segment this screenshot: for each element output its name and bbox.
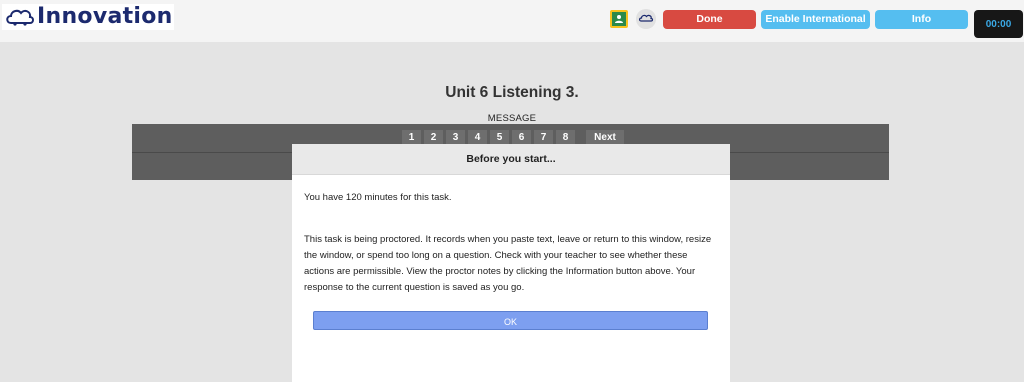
- cloud-icon[interactable]: [636, 9, 656, 29]
- top-bar: Innovation Done Enable International Inf…: [0, 0, 1024, 42]
- timer-text: 00:00: [985, 18, 1012, 30]
- message-label: MESSAGE: [487, 113, 537, 124]
- before-you-start-dialog: Before you start... You have 120 minutes…: [292, 144, 730, 382]
- cloud-logo-icon: [6, 9, 34, 26]
- dialog-proctor-text: This task is being proctored. It records…: [304, 234, 712, 293]
- dialog-time-text: You have 120 minutes for this task.: [304, 192, 452, 203]
- timer-display: 00:00: [974, 10, 1023, 38]
- done-button[interactable]: Done: [663, 10, 756, 29]
- logo-text: Innovation: [37, 4, 173, 29]
- page-title: Unit 6 Listening 3.: [445, 84, 579, 101]
- google-classroom-icon[interactable]: [609, 9, 629, 29]
- info-button[interactable]: Info: [875, 10, 968, 29]
- dialog-title: Before you start...: [292, 144, 730, 175]
- enable-international-button[interactable]: Enable International: [761, 10, 870, 29]
- ok-button[interactable]: OK: [313, 311, 708, 330]
- app-logo[interactable]: Innovation: [2, 4, 174, 30]
